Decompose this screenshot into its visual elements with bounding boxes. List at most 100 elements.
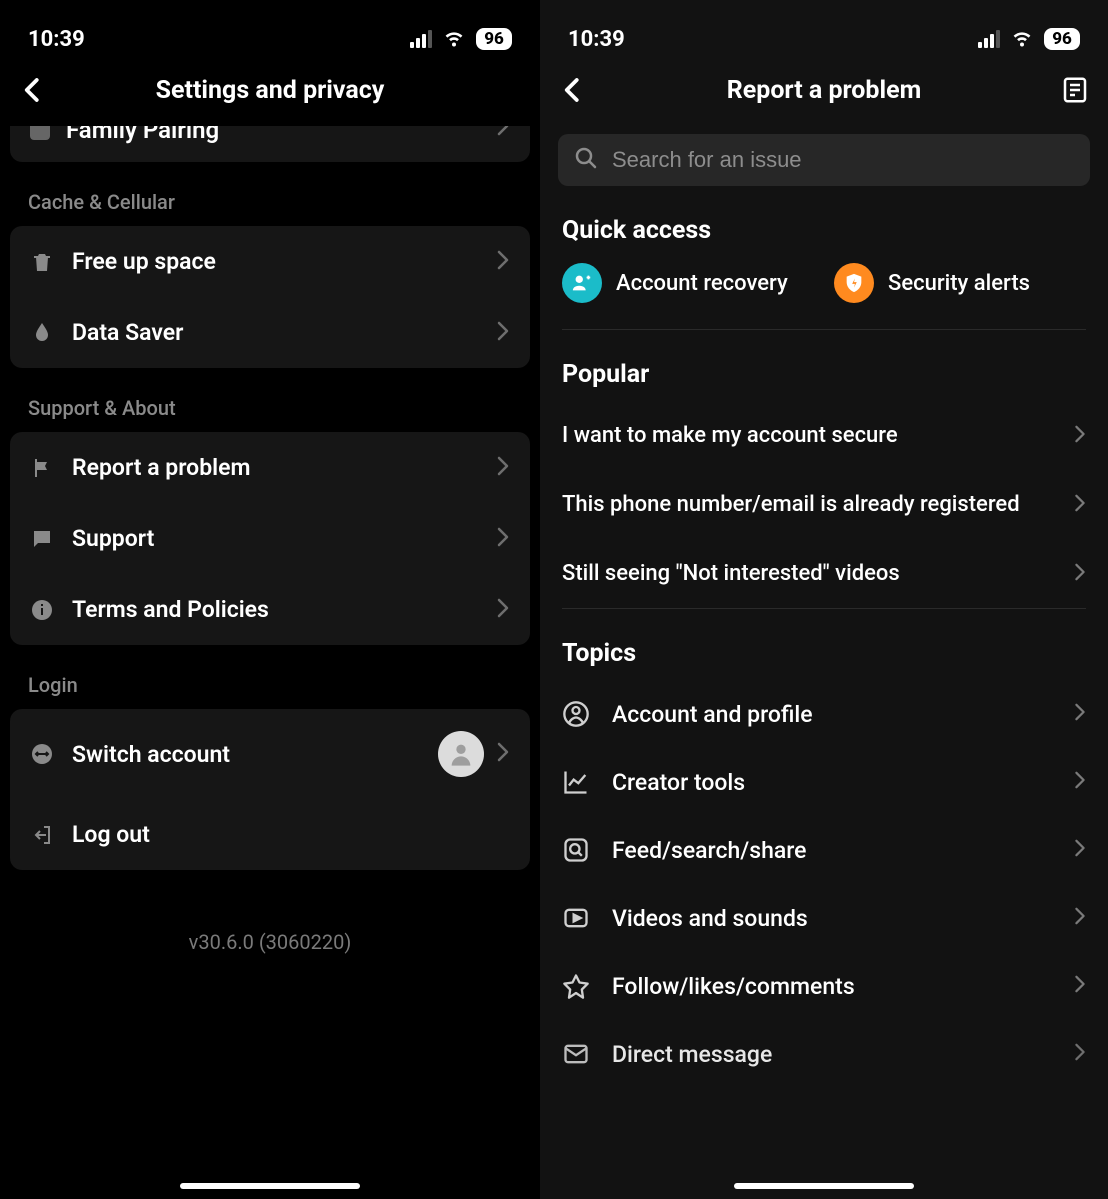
search-field[interactable] xyxy=(558,134,1090,186)
chevron-right-icon xyxy=(1074,425,1086,447)
chat-icon xyxy=(30,527,54,551)
account-recovery-icon xyxy=(562,263,602,303)
cellular-signal-icon xyxy=(410,30,432,48)
quick-item-label: Security alerts xyxy=(888,271,1030,296)
topic-item-label: Direct message xyxy=(612,1041,772,1068)
section-title-support: Support & About xyxy=(0,368,540,432)
status-bar: 10:39 96 xyxy=(0,0,540,60)
list-item-label: Switch account xyxy=(72,741,230,768)
chevron-right-icon xyxy=(496,527,510,551)
family-icon xyxy=(30,126,50,140)
list-item-label: Log out xyxy=(72,821,150,848)
card-support: Report a problem Support Terms and Polic… xyxy=(10,432,530,645)
topic-item-label: Creator tools xyxy=(612,769,745,796)
section-title-topics: Topics xyxy=(540,609,1108,680)
chevron-right-icon xyxy=(1074,975,1086,997)
chevron-right-icon xyxy=(496,598,510,622)
chevron-right-icon xyxy=(496,250,510,274)
list-item-switch-account[interactable]: Switch account xyxy=(10,709,530,799)
version-label: v30.6.0 (3060220) xyxy=(0,870,540,954)
popular-item-label: Still seeing "Not interested" videos xyxy=(562,561,910,586)
logout-icon xyxy=(30,823,54,847)
settings-screen: 10:39 96 Settings and privacy Family Pai… xyxy=(0,0,540,1199)
popular-item-not-interested[interactable]: Still seeing "Not interested" videos xyxy=(540,539,1108,608)
list-item-free-up-space[interactable]: Free up space xyxy=(10,226,530,297)
topic-item-label: Account and profile xyxy=(612,701,813,728)
flag-icon xyxy=(30,456,54,480)
list-item-support[interactable]: Support xyxy=(10,503,530,574)
page-title: Report a problem xyxy=(727,76,922,105)
chevron-right-icon xyxy=(1074,563,1086,585)
video-icon xyxy=(562,904,590,932)
status-time: 10:39 xyxy=(28,27,85,52)
status-time: 10:39 xyxy=(568,27,625,52)
status-indicators: 96 xyxy=(978,24,1080,54)
battery-indicator: 96 xyxy=(476,28,512,50)
popular-item-label: This phone number/email is already regis… xyxy=(562,492,1030,517)
chevron-right-icon xyxy=(496,456,510,480)
home-indicator[interactable] xyxy=(180,1183,360,1189)
security-alerts-icon xyxy=(834,263,874,303)
avatar xyxy=(438,731,484,777)
battery-indicator: 96 xyxy=(1044,28,1080,50)
header: Settings and privacy xyxy=(0,60,540,120)
section-title-popular: Popular xyxy=(540,330,1108,401)
chevron-right-icon xyxy=(496,742,510,766)
list-item-data-saver[interactable]: Data Saver xyxy=(10,297,530,368)
status-indicators: 96 xyxy=(410,24,512,54)
reports-button[interactable] xyxy=(1060,75,1090,105)
topic-item-direct-message[interactable]: Direct message xyxy=(540,1020,1108,1088)
chevron-right-icon xyxy=(1074,907,1086,929)
cellular-signal-icon xyxy=(978,30,1000,48)
trash-icon xyxy=(30,250,54,274)
topic-item-feed-search-share[interactable]: Feed/search/share xyxy=(540,816,1108,884)
status-bar: 10:39 96 xyxy=(540,0,1108,60)
list-item-label: Terms and Policies xyxy=(72,596,269,623)
report-problem-screen: 10:39 96 Report a problem Quick access xyxy=(540,0,1108,1199)
section-title-login: Login xyxy=(0,645,540,709)
switch-account-icon xyxy=(30,742,54,766)
data-saver-icon xyxy=(30,321,54,345)
topic-item-account-profile[interactable]: Account and profile xyxy=(540,680,1108,748)
list-item-label: Free up space xyxy=(72,248,216,275)
profile-icon xyxy=(562,700,590,728)
quick-access-row: Account recovery Security alerts xyxy=(540,257,1108,329)
chevron-right-icon xyxy=(1074,839,1086,861)
list-item-label: Family Pairing xyxy=(66,126,219,144)
star-icon xyxy=(562,972,590,1000)
section-title-cache: Cache & Cellular xyxy=(0,162,540,226)
topic-item-creator-tools[interactable]: Creator tools xyxy=(540,748,1108,816)
list-item-report-problem[interactable]: Report a problem xyxy=(10,432,530,503)
info-icon xyxy=(30,598,54,622)
wifi-icon xyxy=(1010,24,1034,54)
list-item-label: Report a problem xyxy=(72,454,250,481)
section-title-quick-access: Quick access xyxy=(540,186,1108,257)
quick-item-account-recovery[interactable]: Account recovery xyxy=(562,263,814,303)
popular-item-already-registered[interactable]: This phone number/email is already regis… xyxy=(540,470,1108,539)
wifi-icon xyxy=(442,24,466,54)
message-icon xyxy=(562,1040,590,1068)
topic-item-follow-likes-comments[interactable]: Follow/likes/comments xyxy=(540,952,1108,1020)
topic-item-videos-sounds[interactable]: Videos and sounds xyxy=(540,884,1108,952)
topic-item-label: Videos and sounds xyxy=(612,905,808,932)
back-button[interactable] xyxy=(18,75,48,105)
list-item-label: Support xyxy=(72,525,154,552)
list-item-log-out[interactable]: Log out xyxy=(10,799,530,870)
header: Report a problem xyxy=(540,60,1108,120)
chevron-right-icon xyxy=(1074,1043,1086,1065)
card-login: Switch account Log out xyxy=(10,709,530,870)
analytics-icon xyxy=(562,768,590,796)
chevron-right-icon xyxy=(1074,771,1086,793)
search-input[interactable] xyxy=(612,147,1074,173)
chevron-right-icon xyxy=(1074,703,1086,725)
quick-item-security-alerts[interactable]: Security alerts xyxy=(834,263,1086,303)
chevron-right-icon xyxy=(496,321,510,345)
popular-item-label: I want to make my account secure xyxy=(562,423,908,448)
popular-item-secure-account[interactable]: I want to make my account secure xyxy=(540,401,1108,470)
back-button[interactable] xyxy=(558,75,588,105)
home-indicator[interactable] xyxy=(734,1183,914,1189)
chevron-right-icon xyxy=(496,126,510,140)
page-title: Settings and privacy xyxy=(156,76,385,105)
list-item-terms-policies[interactable]: Terms and Policies xyxy=(10,574,530,645)
list-item-family-pairing[interactable]: Family Pairing xyxy=(10,126,530,162)
